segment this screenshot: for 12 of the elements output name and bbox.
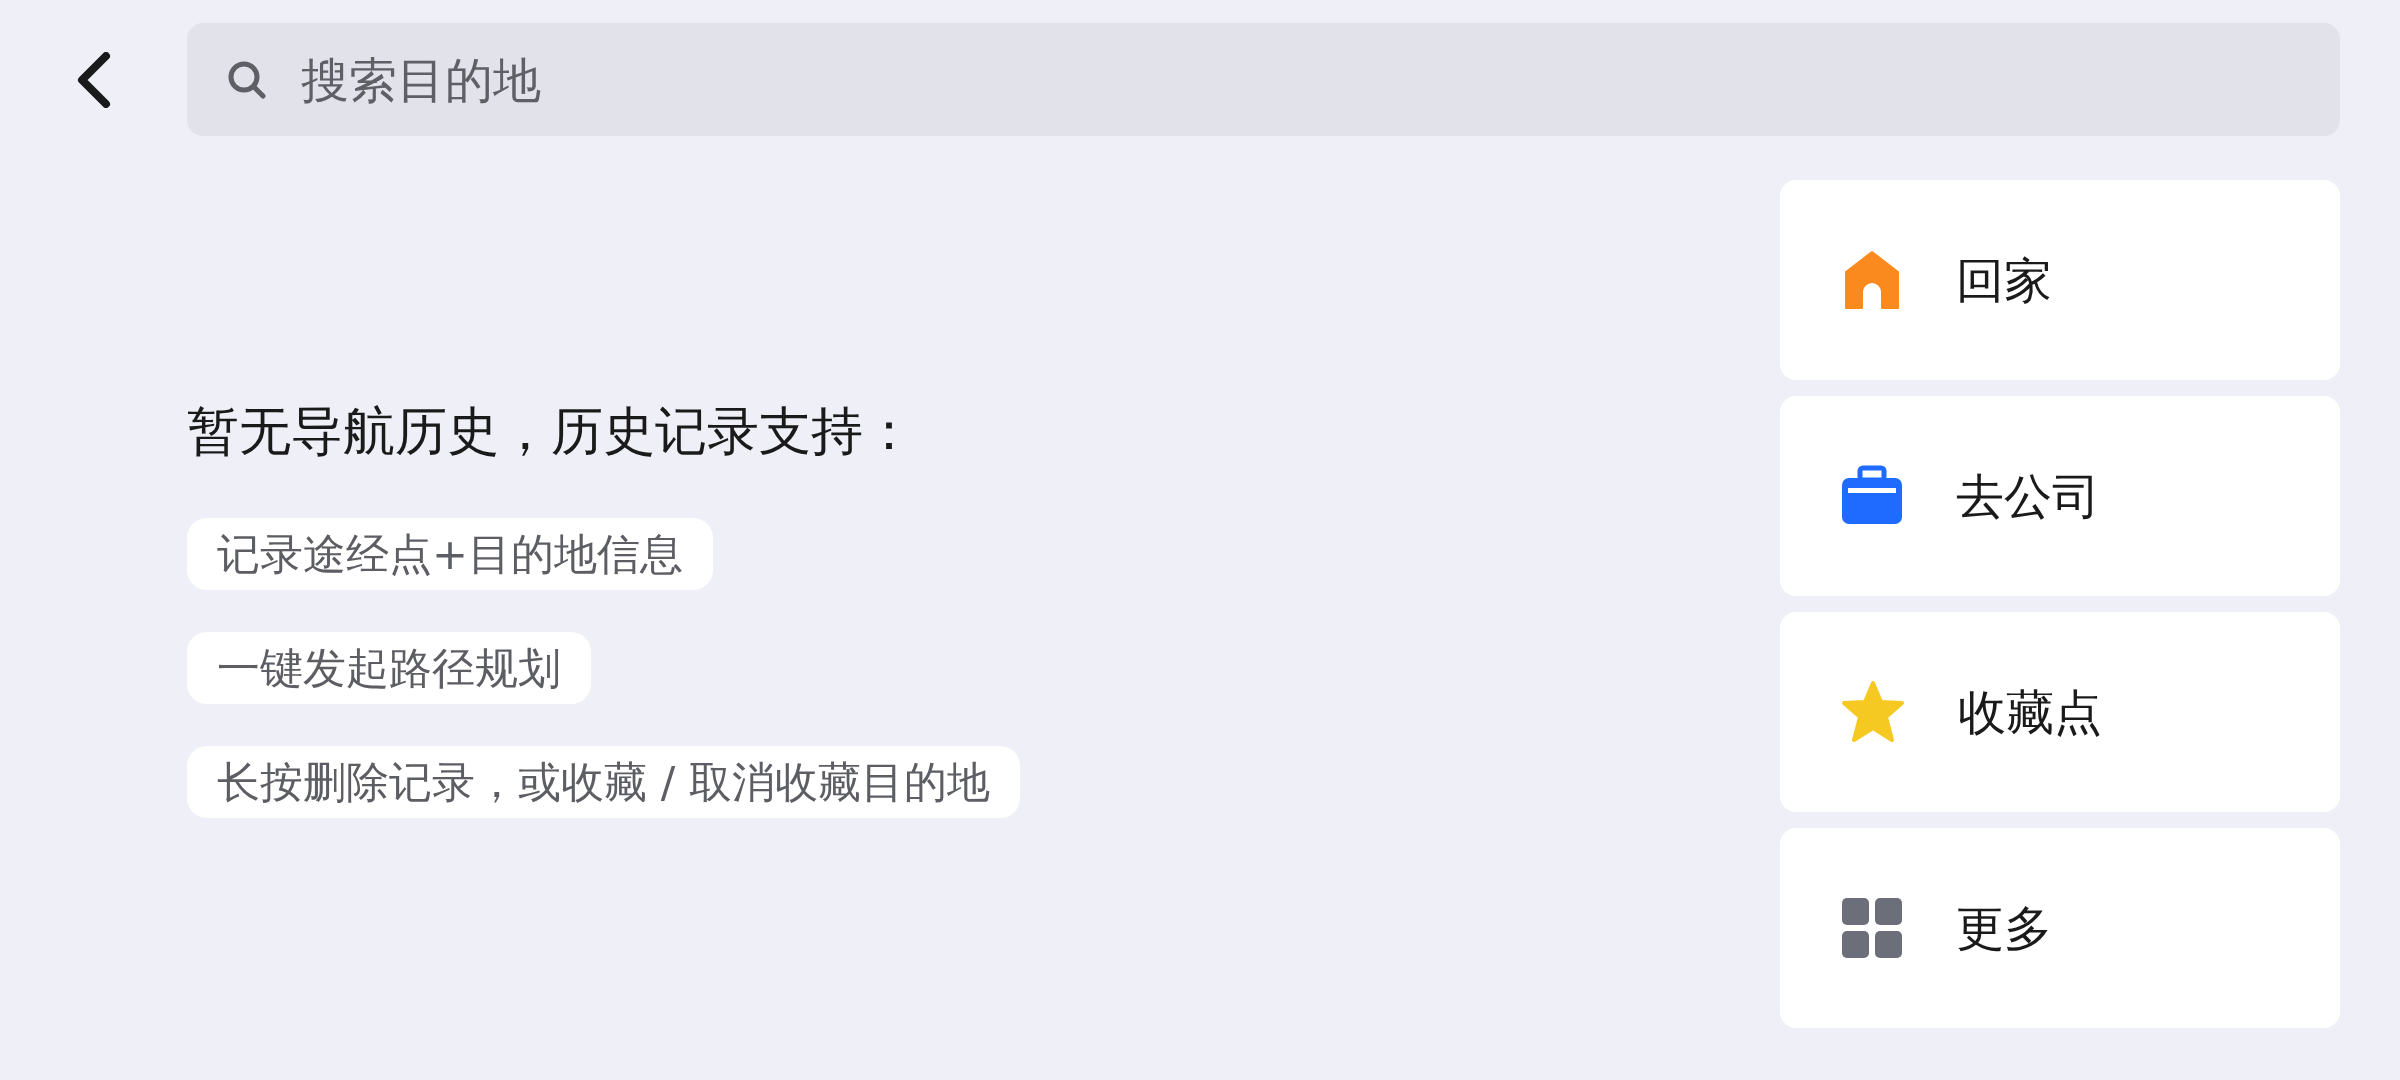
back-icon <box>75 51 112 108</box>
search-field[interactable]: 搜索目的地 <box>187 23 2340 136</box>
shortcut-button[interactable]: 收藏点 <box>1780 612 2340 812</box>
empty-history-message: 暂无导航历史，历史记录支持： <box>187 400 916 463</box>
feature-tip: 记录途经点+目的地信息 <box>187 517 714 590</box>
feature-tip: 一键发起路径规划 <box>187 631 591 704</box>
shortcut-button[interactable]: 去公司 <box>1780 396 2340 596</box>
grid-icon <box>1840 896 1904 960</box>
feature-tip: 长按删除记录，或收藏 / 取消收藏目的地 <box>187 745 1020 818</box>
shortcut-button[interactable]: 回家 <box>1780 180 2340 380</box>
shortcut-button[interactable]: 更多 <box>1780 828 2340 1028</box>
star-icon <box>1840 680 1906 744</box>
